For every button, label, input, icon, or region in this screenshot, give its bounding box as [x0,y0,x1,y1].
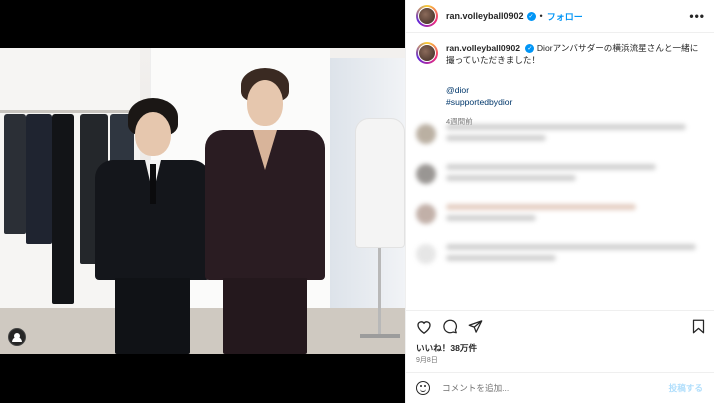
mannequin-stand [378,248,381,338]
post-date: 9月8日 [416,357,438,364]
comment-item [416,164,706,186]
caption-verified-badge-icon: ✓ [525,44,535,54]
comment-avatar [416,204,436,224]
header-username[interactable]: ran.volleyball0902 [446,11,524,21]
mannequin-stand-base [360,334,400,338]
caption-tags: @dior #supportedbydior [446,84,706,108]
person-left-trousers [115,278,190,354]
person-left [95,98,210,354]
comment-composer: 投稿する [406,372,714,403]
comment-icon[interactable] [442,319,458,334]
comment-avatar [416,124,436,144]
post-photo[interactable] [0,48,405,354]
post-media[interactable] [0,0,405,403]
hanging-garment [26,114,52,244]
hashtag-link[interactable]: #supportedbydior [446,96,706,108]
emoji-icon[interactable] [416,381,430,395]
person-left-tie [150,164,156,204]
person-right [205,68,325,354]
comment-avatar [416,244,436,264]
post-comment-button[interactable]: 投稿する [669,382,703,394]
user-tag-icon[interactable] [8,328,26,346]
comments-list [416,124,706,302]
mannequin-jacket [355,118,405,248]
action-bar [406,310,714,338]
post-panel: ran.volleyball0902 ✓ • フォロー ••• ran.voll… [405,0,714,403]
person-left-face [135,112,171,156]
avatar-icon[interactable] [416,5,438,27]
more-options-icon[interactable]: ••• [689,9,705,23]
person-right-trousers [223,278,307,354]
post-header: ran.volleyball0902 ✓ • フォロー ••• [406,0,714,33]
caption-avatar-photo [418,44,436,62]
user-tag-shoulders [12,337,22,342]
comment-item [416,204,706,226]
hanging-garment [52,114,74,304]
likes-count[interactable]: いいね！38万件 [416,342,477,354]
caption-username[interactable]: ran.volleyball0902 [446,43,520,53]
follow-button[interactable]: フォロー [547,10,583,23]
heart-icon[interactable] [416,319,432,334]
hanging-garment [4,114,26,234]
avatar-photo [418,7,436,25]
comment-item [416,244,706,266]
mention-link[interactable]: @dior [446,84,706,96]
header-separator: • [539,11,543,21]
caption-avatar-icon[interactable] [416,42,438,64]
caption: ran.volleyball0902 ✓ Diorアンバサダーの横浜流星さんと一… [416,42,706,127]
person-right-face [247,80,283,126]
verified-badge-icon: ✓ [526,11,536,21]
comment-item [416,124,706,146]
bookmark-icon[interactable] [692,319,705,334]
comment-input[interactable] [442,383,662,393]
share-icon[interactable] [468,319,483,334]
caption-text-block: ran.volleyball0902 ✓ Diorアンバサダーの横浜流星さんと一… [446,42,701,66]
comment-avatar [416,164,436,184]
